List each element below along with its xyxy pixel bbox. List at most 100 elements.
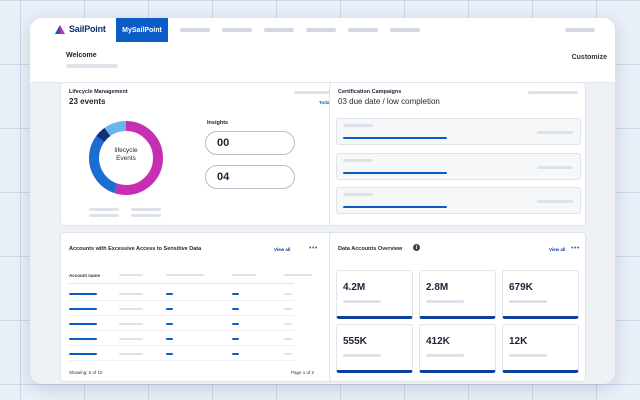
tile-value: 12K xyxy=(509,336,528,347)
tile-value: 4.2M xyxy=(343,282,366,293)
data-accounts-card: Data Accounts Overview i View all ••• 4.… xyxy=(329,232,586,382)
certification-title: Certification Campaigns xyxy=(338,89,402,95)
brand-name: SailPoint xyxy=(69,24,106,34)
cell-indicator xyxy=(166,323,173,325)
cell-indicator xyxy=(232,323,239,325)
campaign-meta-placeholder xyxy=(537,200,573,203)
cell-placeholder xyxy=(284,293,292,295)
tile-label-placeholder xyxy=(509,354,547,357)
campaign-name-placeholder xyxy=(343,124,373,127)
cell-placeholder xyxy=(284,338,292,340)
data-tile[interactable]: 679K xyxy=(502,270,579,319)
cell-placeholder xyxy=(119,353,143,355)
cell-indicator xyxy=(232,353,239,355)
more-icon[interactable]: ••• xyxy=(309,245,318,252)
tile-label-placeholder xyxy=(426,354,464,357)
header-placeholder xyxy=(528,91,578,94)
table-row[interactable] xyxy=(69,333,294,346)
page-header: Welcome Customize xyxy=(30,42,615,83)
nav-item-placeholder[interactable] xyxy=(264,28,294,32)
campaign-meta-placeholder xyxy=(537,131,573,134)
data-accounts-title: Data Accounts Overview xyxy=(338,246,403,252)
legend-placeholder xyxy=(131,214,161,217)
insight-pill[interactable]: 04 xyxy=(205,165,295,189)
user-menu-placeholder[interactable] xyxy=(565,28,595,32)
data-tile[interactable]: 12K xyxy=(502,324,579,373)
campaign-progress-bar xyxy=(343,137,447,139)
cell-indicator xyxy=(166,353,173,355)
lifecycle-card: Lifecycle Management 23 events Today lif… xyxy=(60,82,350,226)
tile-label-placeholder xyxy=(343,300,381,303)
sailpoint-logo[interactable]: SailPoint xyxy=(54,23,106,35)
customize-button[interactable]: Customize xyxy=(572,54,607,61)
table-row[interactable] xyxy=(69,348,294,361)
info-icon[interactable]: i xyxy=(413,244,420,251)
tile-label-placeholder xyxy=(509,300,547,303)
tile-label-placeholder xyxy=(426,300,464,303)
view-all-link[interactable]: View all xyxy=(549,247,565,252)
top-navigation-bar: SailPoint MySailPoint xyxy=(30,18,615,43)
campaign-name-placeholder xyxy=(343,193,373,196)
certification-subtitle: 03 due date / low completion xyxy=(338,97,440,106)
cell-placeholder xyxy=(119,308,143,310)
pagination-page[interactable]: Page 1 of 2 xyxy=(291,370,314,375)
certification-card: Certification Campaigns 03 due date / lo… xyxy=(329,82,586,226)
cell-placeholder xyxy=(284,353,292,355)
lifecycle-title: Lifecycle Management xyxy=(69,89,128,95)
nav-item-placeholder[interactable] xyxy=(222,28,252,32)
data-tile[interactable]: 555K xyxy=(336,324,413,373)
cell-placeholder xyxy=(119,323,143,325)
cell-indicator xyxy=(232,308,239,310)
campaign-progress-bar xyxy=(343,206,447,208)
tile-value: 412K xyxy=(426,336,450,347)
tile-value: 555K xyxy=(343,336,367,347)
cell-indicator xyxy=(166,293,173,295)
table-row[interactable] xyxy=(69,318,294,331)
tab-mysailpoint[interactable]: MySailPoint xyxy=(116,18,168,42)
nav-item-placeholder[interactable] xyxy=(390,28,420,32)
data-tile[interactable]: 2.8M xyxy=(419,270,496,319)
tile-value: 679K xyxy=(509,282,533,293)
page-title: Welcome xyxy=(66,52,97,59)
subtitle-placeholder xyxy=(66,64,118,68)
cell-account xyxy=(69,323,97,325)
column-header-placeholder[interactable] xyxy=(119,274,143,276)
app-window: SailPoint MySailPoint Welcome Customize … xyxy=(30,18,615,384)
more-icon[interactable]: ••• xyxy=(571,245,580,252)
campaign-row[interactable] xyxy=(336,153,581,180)
data-tile[interactable]: 412K xyxy=(419,324,496,373)
cell-indicator xyxy=(166,308,173,310)
column-header-placeholder[interactable] xyxy=(284,274,312,276)
nav-item-placeholder[interactable] xyxy=(306,28,336,32)
data-tile[interactable]: 4.2M xyxy=(336,270,413,319)
donut-label-line2: Events xyxy=(116,155,136,162)
legend-placeholder xyxy=(89,208,119,211)
column-header-placeholder[interactable] xyxy=(166,274,204,276)
nav-item-placeholder[interactable] xyxy=(180,28,210,32)
lifecycle-count: 23 events xyxy=(69,97,106,106)
pagination-showing: Showing: 5 of 10 xyxy=(69,370,103,375)
insights-title: Insights xyxy=(207,120,229,126)
cell-placeholder xyxy=(119,293,143,295)
insight-pill[interactable]: 00 xyxy=(205,131,295,155)
cell-account xyxy=(69,293,97,295)
campaign-row[interactable] xyxy=(336,187,581,214)
campaign-progress-bar xyxy=(343,172,447,174)
cell-placeholder xyxy=(119,338,143,340)
table-header: Account name xyxy=(69,271,312,284)
table-row[interactable] xyxy=(69,303,294,316)
column-header-account-name[interactable]: Account name xyxy=(69,273,100,278)
campaign-meta-placeholder xyxy=(537,166,573,169)
tile-value: 2.8M xyxy=(426,282,449,293)
cell-indicator xyxy=(166,338,173,340)
campaign-row[interactable] xyxy=(336,118,581,145)
cell-placeholder xyxy=(284,323,292,325)
cell-account xyxy=(69,308,97,310)
view-all-link[interactable]: View all xyxy=(274,247,290,252)
nav-item-placeholder[interactable] xyxy=(348,28,378,32)
column-header-placeholder[interactable] xyxy=(232,274,256,276)
legend-placeholder xyxy=(131,208,161,211)
table-row[interactable] xyxy=(69,288,294,301)
sailpoint-logo-icon xyxy=(54,23,66,35)
cell-account xyxy=(69,353,97,355)
